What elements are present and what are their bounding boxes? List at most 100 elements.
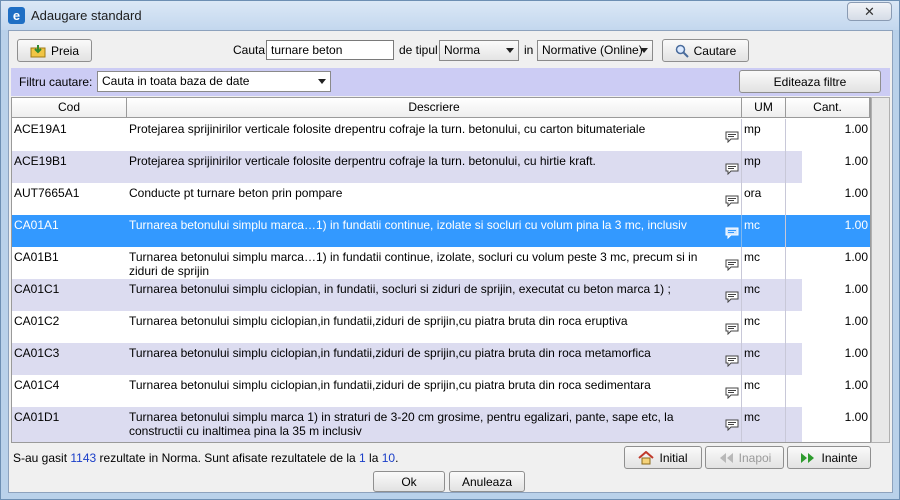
cell-spacer (786, 151, 802, 183)
cell-quantity[interactable]: 1.00 (802, 247, 870, 279)
cell-quantity[interactable]: 1.00 (802, 311, 870, 343)
comment-icon[interactable] (725, 195, 739, 207)
filter-select-value: Cauta in toata baza de date (102, 74, 250, 88)
comment-icon[interactable] (725, 259, 739, 271)
cell-spacer (786, 311, 802, 343)
search-input[interactable]: turnare beton (266, 40, 394, 60)
header-description[interactable]: Descriere (127, 98, 742, 118)
cell-description: Turnarea betonului simplu ciclopian, in … (127, 279, 742, 311)
summary-la: la (369, 451, 379, 465)
comment-icon[interactable] (725, 291, 739, 303)
cancel-label: Anuleaza (461, 474, 513, 489)
comment-icon[interactable] (725, 227, 739, 239)
cell-code: CA01D1 (14, 410, 60, 424)
preia-button[interactable]: Preia (17, 39, 92, 62)
cell-quantity[interactable]: 1.00 (802, 279, 870, 311)
cell-description: Turnarea betonului simplu marca…1) in fu… (127, 247, 742, 279)
edit-filters-button[interactable]: Editeaza filtre (739, 70, 881, 93)
close-button[interactable]: ✕ (847, 2, 892, 21)
header-um[interactable]: UM (742, 98, 786, 118)
cell-code: ACE19B1 (14, 154, 67, 168)
de-tipul-label: de tipul (399, 43, 438, 57)
previous-button[interactable]: Inapoi (705, 446, 784, 469)
chevron-down-icon (318, 79, 326, 84)
cell-quantity[interactable]: 1.00 (802, 183, 870, 215)
cell-code: ACE19A1 (14, 122, 67, 136)
import-icon (30, 44, 46, 57)
cell-quantity[interactable]: 1.00 (802, 151, 870, 183)
cell-quantity[interactable]: 1.00 (802, 375, 870, 407)
cell-quantity[interactable]: 1.00 (802, 215, 870, 247)
vertical-scrollbar[interactable] (871, 97, 890, 443)
cautare-button[interactable]: Cautare (662, 39, 749, 62)
cell-um: mc (742, 375, 786, 407)
edit-filters-label: Editeaza filtre (773, 74, 847, 89)
ok-button[interactable]: Ok (373, 471, 445, 492)
cell-quantity[interactable]: 1.00 (802, 343, 870, 375)
next-label: Inainte (821, 450, 858, 465)
table-row[interactable]: ACE19B1 Protejarea sprijinirilor vertica… (12, 151, 870, 183)
table-row-selected[interactable]: CA01A1 Turnarea betonului simplu marca…1… (12, 215, 870, 247)
summary-prefix: S-au gasit (13, 451, 68, 465)
filter-select[interactable]: Cauta in toata baza de date (97, 71, 331, 92)
preia-label: Preia (50, 43, 79, 58)
comment-icon[interactable] (725, 355, 739, 367)
summary-suffix: . (395, 451, 399, 465)
table-row[interactable]: CA01C1 Turnarea betonului simplu ciclopi… (12, 279, 870, 311)
table-row[interactable]: CA01D1 Turnarea betonului simplu marca 1… (12, 407, 870, 442)
table-row[interactable]: ACE19A1 Protejarea sprijinirilor vertica… (12, 119, 870, 151)
cell-description: Conducte pt turnare beton prin pompare (127, 183, 742, 215)
cell-code: CA01C4 (14, 378, 60, 392)
comment-icon[interactable] (725, 131, 739, 143)
cell-code: CA01C3 (14, 346, 60, 360)
comment-icon[interactable] (725, 163, 739, 175)
table-row[interactable]: CA01C3 Turnarea betonului simplu ciclopi… (12, 343, 870, 375)
range-from: 1 (359, 451, 366, 465)
cell-um: mp (742, 119, 786, 151)
table-header: Cod Descriere UM Cant. (12, 98, 870, 118)
cell-spacer (786, 215, 802, 247)
cell-quantity[interactable]: 1.00 (802, 407, 870, 442)
range-to: 10 (381, 451, 396, 465)
cell-spacer (786, 247, 802, 279)
header-quantity[interactable]: Cant. (786, 98, 870, 118)
cell-code: CA01C2 (14, 314, 60, 328)
cell-um: mc (742, 247, 786, 279)
header-code[interactable]: Cod (12, 98, 127, 118)
cell-spacer (786, 407, 802, 442)
cell-spacer (786, 183, 802, 215)
cell-code: CA01C1 (14, 282, 60, 296)
in-label: in (524, 43, 534, 57)
type-select[interactable]: Norma (439, 40, 519, 61)
chevron-down-icon (506, 48, 514, 53)
cell-quantity[interactable]: 1.00 (802, 119, 870, 151)
cell-spacer (786, 343, 802, 375)
table-row[interactable]: AUT7665A1 Conducte pt turnare beton prin… (12, 183, 870, 215)
cell-um: mc (742, 407, 786, 442)
table-row[interactable]: CA01B1 Turnarea betonului simplu marca…1… (12, 247, 870, 279)
cancel-button[interactable]: Anuleaza (449, 471, 525, 492)
summary-middle: rezultate in Norma. Sunt afisate rezulta… (99, 451, 356, 465)
cell-um: mc (742, 311, 786, 343)
results-summary: S-au gasit 1143 rezultate in Norma. Sunt… (13, 451, 398, 465)
close-icon: ✕ (864, 4, 875, 19)
comment-icon[interactable] (725, 387, 739, 399)
source-select[interactable]: Normative (Online) (537, 40, 653, 61)
ok-label: Ok (401, 474, 417, 489)
double-arrow-right-icon (801, 452, 815, 463)
cauta-label: Cauta (233, 43, 266, 57)
home-icon (638, 450, 655, 464)
cell-spacer (786, 375, 802, 407)
table-row[interactable]: CA01C4 Turnarea betonului simplu ciclopi… (12, 375, 870, 407)
initial-button[interactable]: Initial (624, 446, 702, 469)
results-table: Cod Descriere UM Cant. ACE19A1 Protejare… (11, 97, 871, 443)
cell-description: Turnarea betonului simplu ciclopian,in f… (127, 311, 742, 343)
cell-um: mc (742, 279, 786, 311)
next-button[interactable]: Inainte (787, 446, 871, 469)
cell-um: mp (742, 151, 786, 183)
comment-icon[interactable] (725, 323, 739, 335)
comment-icon[interactable] (725, 419, 739, 431)
cell-um: ora (742, 183, 786, 215)
cell-um: mc (742, 215, 786, 247)
table-row[interactable]: CA01C2 Turnarea betonului simplu ciclopi… (12, 311, 870, 343)
